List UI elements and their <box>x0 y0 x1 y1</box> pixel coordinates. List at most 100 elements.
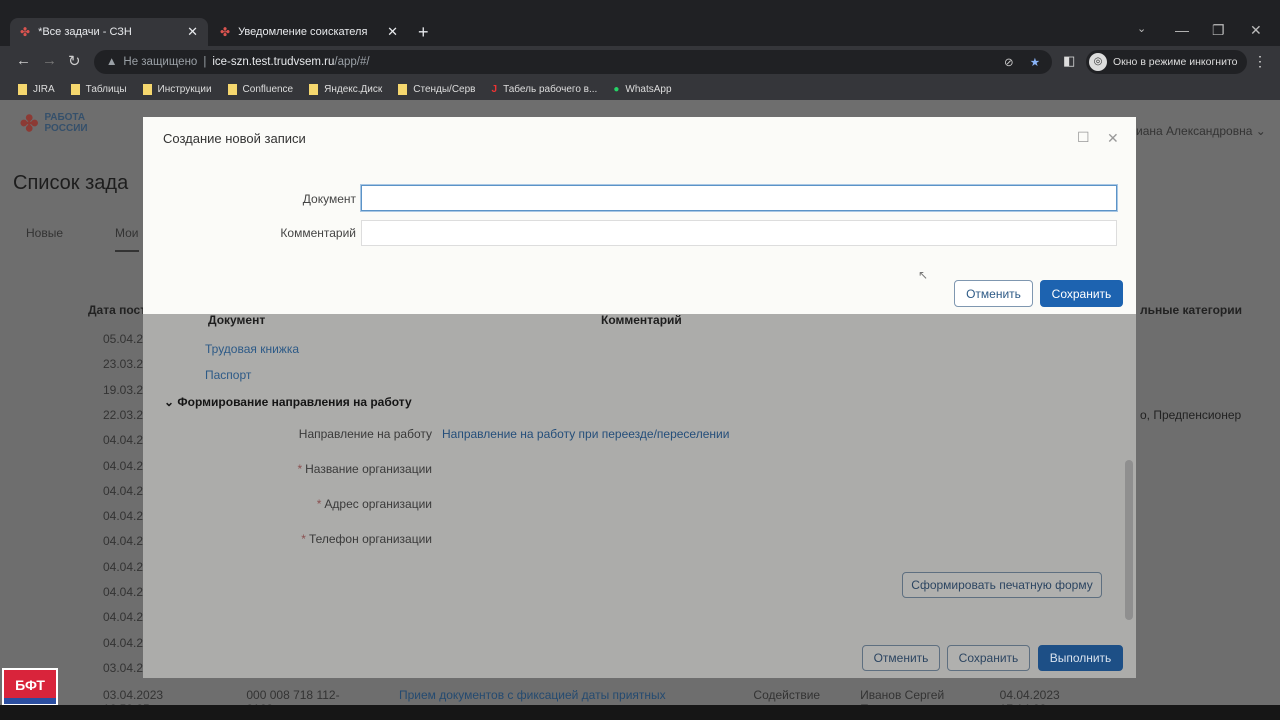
logo-text: РОССИИ <box>44 123 88 134</box>
star-icon[interactable]: ★ <box>1030 55 1040 69</box>
logo-icon: ✤ <box>20 110 39 136</box>
bookmark[interactable]: JIRA <box>18 83 55 95</box>
print-form-button[interactable]: Сформировать печатную форму <box>902 572 1102 598</box>
eye-off-icon[interactable]: ⊘ <box>1004 55 1014 69</box>
close-tab-icon[interactable]: ✕ <box>187 24 198 40</box>
bookmark[interactable]: Инструкции <box>142 83 212 95</box>
incognito-badge[interactable]: ◎ Окно в режиме инкогнито <box>1086 50 1248 74</box>
required-icon: * <box>297 462 303 476</box>
section-header[interactable]: ⌄ Формирование направления на работу <box>164 395 412 409</box>
bookmark[interactable]: J Табель рабочего в... <box>492 84 598 95</box>
bookmark[interactable]: Стенды/Серв <box>398 83 476 95</box>
modal-title: Создание новой записи <box>163 131 306 146</box>
restore-icon[interactable]: ❐ <box>1212 22 1225 39</box>
bookmarks-bar: JIRA Таблицы Инструкции Confluence Яндек… <box>0 78 1280 100</box>
url-path: /app/#/ <box>334 56 370 68</box>
comment-input[interactable] <box>361 220 1117 246</box>
column-header-date[interactable]: Дата пост <box>88 303 146 317</box>
whatsapp-icon: ● <box>613 83 620 95</box>
tab-title: *Все задачи - СЗН <box>38 26 132 38</box>
chevron-down-icon: ⌄ <box>164 395 175 409</box>
page-title: Список зада <box>13 172 129 194</box>
close-tab-icon[interactable]: ✕ <box>387 24 398 40</box>
document-link[interactable]: Паспорт <box>205 368 251 382</box>
bookmark[interactable]: Confluence <box>227 83 294 95</box>
tab-search-icon[interactable]: ⌄ <box>1137 22 1146 35</box>
side-panel-icon[interactable]: ◧ <box>1063 53 1075 69</box>
column-header-categories[interactable]: льные категории <box>1140 303 1242 317</box>
field-label: Адрес организации <box>324 497 432 511</box>
browser-tab[interactable]: ✤ *Все задачи - СЗН ✕ <box>10 18 208 46</box>
bookmark[interactable]: ● WhatsApp <box>613 84 671 95</box>
close-window-icon[interactable]: ✕ <box>1250 22 1262 39</box>
tab-new[interactable]: Новые <box>26 226 63 240</box>
folder-icon <box>227 83 237 95</box>
section-title: Формирование направления на работу <box>177 395 412 409</box>
bookmark-label: Стенды/Серв <box>413 83 476 95</box>
field-label: Телефон организации <box>308 532 432 546</box>
column-header-comment[interactable]: Комментарий <box>601 313 682 327</box>
logo-text: РАБОТА <box>44 112 86 123</box>
address-bar[interactable]: ▲ Не защищено | ice-szn.test.trudvsem.ru… <box>94 50 1052 74</box>
bookmark-label: Confluence <box>242 83 294 95</box>
favicon-icon: ✤ <box>220 25 231 39</box>
bookmark-label: Яндекс.Диск <box>324 83 383 95</box>
cancel-button[interactable]: Отменить <box>954 280 1033 307</box>
folder-icon <box>309 83 319 95</box>
bookmark[interactable]: Таблицы <box>70 83 127 95</box>
close-icon[interactable]: ✕ <box>1107 130 1119 147</box>
task-save-button[interactable]: Сохранить <box>947 645 1030 671</box>
incognito-icon: ◎ <box>1089 53 1107 71</box>
bookmark-label: JIRA <box>33 83 55 95</box>
execute-button[interactable]: Выполнить <box>1038 645 1123 671</box>
favicon-icon: ✤ <box>20 25 31 39</box>
field-label: Название организации <box>305 462 432 476</box>
bookmark[interactable]: Яндекс.Диск <box>309 83 383 95</box>
required-icon: * <box>301 532 306 546</box>
task-cancel-button[interactable]: Отменить <box>862 645 940 671</box>
cursor-icon: ↖ <box>918 268 929 282</box>
browser-tab-bar: ✤ *Все задачи - СЗН ✕ ✤ Уведомление соискат… <box>0 0 1280 46</box>
document-link[interactable]: Трудовая книжка <box>205 342 299 356</box>
security-label[interactable]: Не защищено <box>123 56 197 68</box>
menu-icon[interactable]: ⋮ <box>1253 53 1267 70</box>
bookmark-label: WhatsApp <box>625 83 672 95</box>
warning-icon: ▲ <box>106 56 118 68</box>
document-label: Документ <box>302 192 356 206</box>
new-record-modal: Создание новой записи ☐ ✕ Документ Комме… <box>143 117 1136 314</box>
user-menu[interactable]: иана Александровна ⌄ <box>1136 124 1266 138</box>
incognito-label: Окно в режиме инкогнито <box>1113 56 1238 68</box>
save-button[interactable]: Сохранить <box>1040 280 1123 307</box>
folder-icon <box>70 83 80 95</box>
folder-icon <box>398 83 408 95</box>
required-icon: * <box>316 497 322 511</box>
new-tab-icon[interactable]: + <box>418 22 429 43</box>
direction-link[interactable]: Направление на работу при переезде/перес… <box>442 427 729 441</box>
folder-icon <box>18 83 27 95</box>
column-header-document[interactable]: Документ <box>208 313 265 327</box>
j-icon: J <box>491 83 498 95</box>
user-name: иана Александровна <box>1136 124 1253 138</box>
folder-icon <box>142 83 152 95</box>
minimize-icon[interactable]: — <box>1175 22 1189 38</box>
maximize-icon[interactable]: ☐ <box>1077 129 1090 146</box>
tab-mine[interactable]: Мои <box>115 226 139 252</box>
bft-watermark-logo: БФТ <box>2 668 58 706</box>
comment-label: Комментарий <box>280 226 356 240</box>
reload-icon[interactable]: ↻ <box>68 52 81 70</box>
table-cell: о, Предпенсионер <box>1140 408 1242 422</box>
back-icon[interactable]: ← <box>16 52 31 69</box>
bookmark-label: Инструкции <box>157 83 212 95</box>
tab-title: Уведомление соискателя <box>238 26 368 38</box>
field-label: Направление на работу <box>298 427 432 441</box>
bookmark-label: Таблицы <box>85 83 127 95</box>
bottom-bar <box>0 705 1280 720</box>
logo: ✤ РАБОТА РОССИИ <box>20 112 88 134</box>
watermark-text: БФТ <box>15 677 45 693</box>
browser-tab[interactable]: ✤ Уведомление соискателя ✕ <box>210 18 408 46</box>
scrollbar[interactable] <box>1125 460 1133 620</box>
bookmark-label: Табель рабочего в... <box>503 83 598 95</box>
document-input[interactable] <box>361 185 1117 211</box>
forward-icon[interactable]: → <box>42 52 57 69</box>
url-host: ice-szn.test.trudvsem.ru <box>212 56 335 68</box>
